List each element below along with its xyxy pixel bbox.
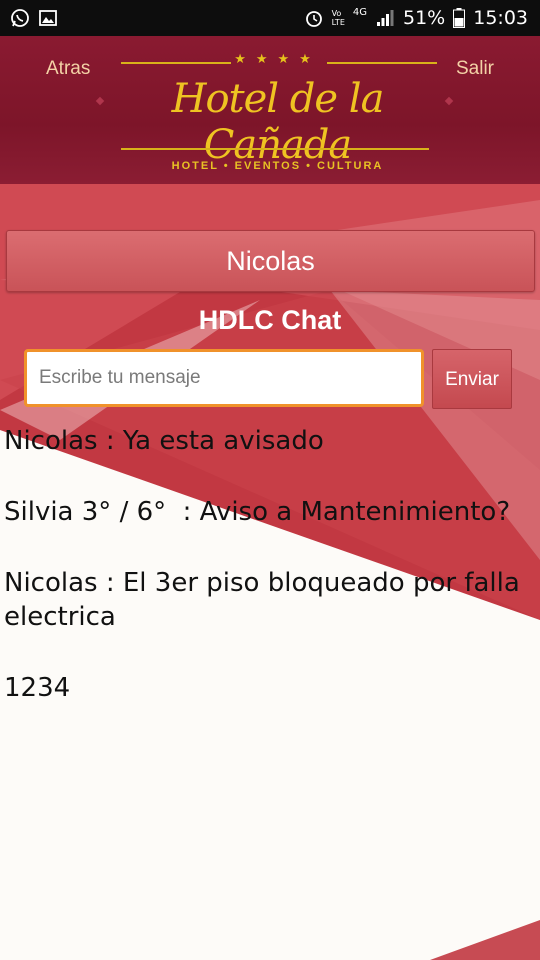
- volte-bottom: LTE: [331, 18, 345, 27]
- battery-percent: 51%: [403, 7, 446, 29]
- network-type: 4G: [352, 6, 367, 18]
- whatsapp-icon: [11, 9, 29, 27]
- message-list: Nicolas : Ya esta avisado Silvia 3° / 6°…: [4, 424, 540, 742]
- app-header: Atras Salir ★★★★ Hotel de la Cañada HOTE…: [0, 36, 540, 184]
- send-button[interactable]: Enviar: [432, 349, 512, 409]
- volte-icon: Vo LTE: [332, 9, 345, 27]
- logo-line-top-right: [327, 62, 437, 64]
- logo-line-top-left: [121, 62, 231, 64]
- chat-message: Nicolas : El 3er piso bloqueado por fall…: [4, 568, 529, 632]
- user-name-button[interactable]: Nicolas: [6, 230, 535, 292]
- clock: 15:03: [473, 7, 528, 29]
- logo-title: Hotel de la Cañada: [171, 76, 385, 168]
- logo-stars: ★★★★: [234, 52, 321, 67]
- back-link[interactable]: Atras: [46, 58, 90, 80]
- alarm-icon: [305, 11, 322, 27]
- signal-icon: [377, 10, 394, 26]
- gallery-icon: [39, 10, 57, 26]
- chat-message: Silvia 3° / 6° : Aviso a Mantenimiento?: [4, 497, 511, 527]
- logo-subtitle: HOTEL • EVENTOS • CULTURA: [171, 160, 384, 172]
- exit-link[interactable]: Salir: [456, 58, 494, 80]
- message-input[interactable]: [24, 349, 424, 407]
- hotel-logo: ★★★★ Hotel de la Cañada HOTEL • EVENTOS …: [95, 48, 460, 178]
- chat-message: Nicolas : Ya esta avisado: [4, 426, 324, 456]
- status-bar: Vo LTE 4G 51% 15:03: [0, 0, 540, 36]
- chat-message: 1234: [4, 673, 71, 703]
- chat-title: HDLC Chat: [198, 305, 342, 335]
- volte-top: Vo: [331, 9, 342, 18]
- logo-line-bottom: [121, 148, 429, 150]
- battery-icon: [453, 8, 466, 28]
